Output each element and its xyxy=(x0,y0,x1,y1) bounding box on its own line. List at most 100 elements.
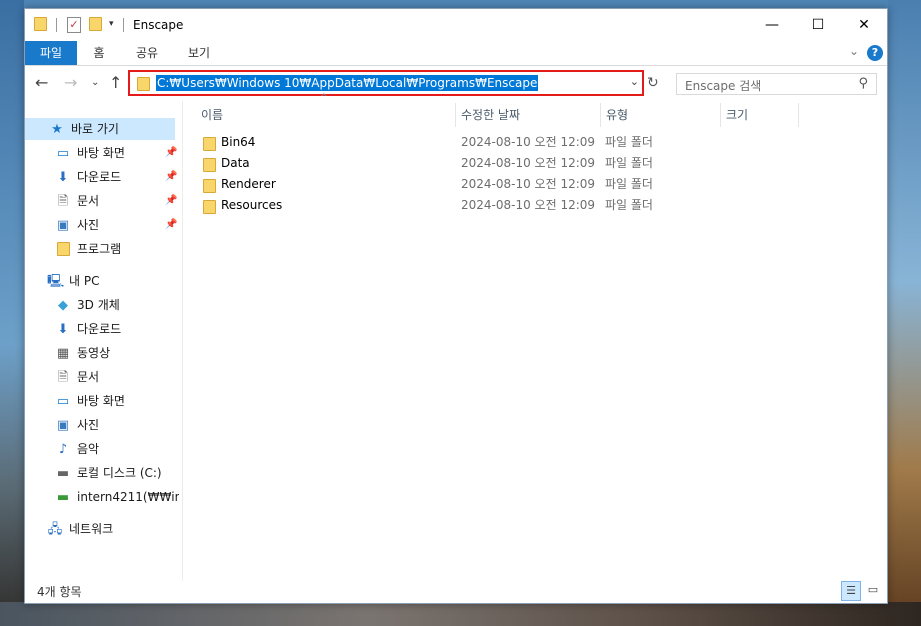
file-type: 파일 폴더 xyxy=(605,135,653,149)
file-type: 파일 폴더 xyxy=(605,198,653,212)
sidebar-item-label: 프로그램 xyxy=(77,242,122,256)
network-icon: 🖧 xyxy=(47,521,63,537)
sidebar-item-3d-objects[interactable]: ◆ 3D 개체 xyxy=(55,294,120,316)
column-header-size[interactable]: 크기 xyxy=(726,103,748,127)
sidebar-item-this-pc[interactable]: 🖳 내 PC xyxy=(47,270,99,292)
file-row[interactable]: Data 2024-08-10 오전 12:09 파일 폴더 xyxy=(200,153,820,174)
minimize-button[interactable]: — xyxy=(749,9,795,41)
large-icons-view-icon[interactable]: ▭ xyxy=(863,581,883,601)
sidebar-item-label: 바탕 화면 xyxy=(77,394,125,408)
music-note-icon: ♪ xyxy=(58,441,68,457)
search-icon: ⚲ xyxy=(858,76,868,91)
download-arrow-icon: ⬇ xyxy=(57,169,69,185)
back-arrow-icon[interactable]: ← xyxy=(35,73,48,92)
up-arrow-icon[interactable]: ↑ xyxy=(109,73,122,92)
address-history-chevron-icon[interactable]: ⌄ xyxy=(630,75,639,88)
desktop-background-right xyxy=(888,0,921,626)
sidebar-item-downloads[interactable]: ⬇ 다운로드 xyxy=(55,166,122,188)
column-divider[interactable] xyxy=(600,103,601,127)
sidebar-item-network[interactable]: 🖧 네트워크 xyxy=(47,518,113,540)
divider xyxy=(123,18,124,32)
desktop-background-left xyxy=(0,0,24,626)
file-row[interactable]: Resources 2024-08-10 오전 12:09 파일 폴더 xyxy=(200,195,820,216)
help-icon[interactable]: ? xyxy=(867,45,883,61)
new-folder-icon[interactable] xyxy=(89,17,102,31)
picture-icon: ▣ xyxy=(56,417,70,433)
file-date: 2024-08-10 오전 12:09 xyxy=(461,198,596,212)
status-item-count: 4개 항목 xyxy=(37,585,82,599)
column-header-date-modified[interactable]: 수정한 날짜 xyxy=(461,103,520,127)
file-type: 파일 폴더 xyxy=(605,156,653,170)
sidebar-item-videos[interactable]: ▦ 동영상 xyxy=(55,342,110,364)
pin-icon[interactable]: 📌 xyxy=(165,219,177,230)
pin-icon[interactable]: 📌 xyxy=(165,195,177,206)
sidebar-item-pictures[interactable]: ▣ 사진 xyxy=(55,214,99,236)
search-input[interactable]: Enscape 검색 ⚲ xyxy=(676,73,877,95)
star-icon: ★ xyxy=(51,121,63,137)
column-header-name[interactable]: 이름 xyxy=(201,103,223,127)
folder-icon xyxy=(203,179,216,193)
sidebar-item-label: 3D 개체 xyxy=(77,298,120,312)
download-arrow-icon: ⬇ xyxy=(57,321,69,337)
file-date: 2024-08-10 오전 12:09 xyxy=(461,135,596,149)
folder-icon xyxy=(55,239,71,261)
sidebar-item-label: 문서 xyxy=(77,370,100,384)
file-row[interactable]: Bin64 2024-08-10 오전 12:09 파일 폴더 xyxy=(200,132,820,153)
column-divider[interactable] xyxy=(720,103,721,127)
address-path[interactable]: C:₩Users₩Windows 10₩AppData₩Local₩Progra… xyxy=(156,75,539,91)
sidebar-item-documents[interactable]: 🗎 문서 xyxy=(55,190,99,212)
search-placeholder: Enscape 검색 xyxy=(685,79,762,93)
sidebar-item-desktop[interactable]: ▭ 바탕 화면 xyxy=(55,142,125,164)
document-icon: 🗎 xyxy=(57,369,69,385)
pin-icon[interactable]: 📌 xyxy=(165,147,177,158)
picture-icon: ▣ xyxy=(56,217,70,233)
sidebar-item-label: 사진 xyxy=(77,218,100,232)
film-icon: ▦ xyxy=(56,345,70,361)
navigation-pane: ★ 바로 가기 ▭ 바탕 화면 📌 ⬇ 다운로드 📌 🗎 문서 📌 ▣ 사진 📌 프로그램… xyxy=(25,101,183,581)
refresh-icon[interactable]: ↻ xyxy=(647,75,659,91)
navigation-bar: ← → ⌄ ↑ C:₩Users₩Windows 10₩AppData₩Loca… xyxy=(25,66,887,100)
desktop-icon: ▭ xyxy=(56,393,70,409)
file-name: Resources xyxy=(221,198,283,212)
sidebar-item-local-disk[interactable]: ▬ 로컬 디스크 (C:) xyxy=(55,462,162,484)
maximize-button[interactable]: ☐ xyxy=(795,9,841,41)
column-header-type[interactable]: 유형 xyxy=(606,103,628,127)
forward-arrow-icon[interactable]: → xyxy=(64,73,77,92)
sidebar-item-pc-desktop[interactable]: ▭ 바탕 화면 xyxy=(55,390,125,412)
cube-icon: ◆ xyxy=(58,297,68,313)
sidebar-item-label: 문서 xyxy=(77,194,100,208)
expand-ribbon-chevron-icon[interactable]: ⌄ xyxy=(849,44,859,58)
tab-home[interactable]: 홈 xyxy=(83,41,115,65)
recent-locations-chevron-icon[interactable]: ⌄ xyxy=(91,77,99,88)
details-view-icon[interactable]: ☰ xyxy=(841,581,861,601)
sidebar-item-network-drive[interactable]: ▬ intern4211(₩₩inter xyxy=(55,486,179,508)
tab-file[interactable]: 파일 xyxy=(25,41,77,65)
sidebar-item-label: 네트워크 xyxy=(69,522,114,536)
column-divider[interactable] xyxy=(798,103,799,127)
title-bar: ✓ ▾ Enscape — ☐ ✕ xyxy=(25,9,887,41)
desktop-icon: ▭ xyxy=(56,145,70,161)
close-button[interactable]: ✕ xyxy=(841,9,887,41)
desktop-background-bottom xyxy=(0,602,921,626)
sidebar-item-quick-access[interactable]: ★ 바로 가기 xyxy=(25,118,175,140)
sidebar-item-programs[interactable]: 프로그램 xyxy=(55,238,121,260)
computer-icon: 🖳 xyxy=(47,273,65,289)
sidebar-item-pc-documents[interactable]: 🗎 문서 xyxy=(55,366,99,388)
tab-view[interactable]: 보기 xyxy=(180,41,218,65)
sidebar-item-pc-downloads[interactable]: ⬇ 다운로드 xyxy=(55,318,122,340)
sidebar-item-music[interactable]: ♪ 음악 xyxy=(55,438,99,460)
file-type: 파일 폴더 xyxy=(605,177,653,191)
properties-icon[interactable]: ✓ xyxy=(67,17,81,33)
sidebar-item-label: 음악 xyxy=(77,442,100,456)
sidebar-item-pc-pictures[interactable]: ▣ 사진 xyxy=(55,414,99,436)
pin-icon[interactable]: 📌 xyxy=(165,171,177,182)
address-bar[interactable]: C:₩Users₩Windows 10₩AppData₩Local₩Progra… xyxy=(128,70,644,96)
tab-share[interactable]: 공유 xyxy=(128,41,166,65)
file-row[interactable]: Renderer 2024-08-10 오전 12:09 파일 폴더 xyxy=(200,174,820,195)
sidebar-item-label: intern4211(₩₩inter xyxy=(77,490,179,504)
sidebar-item-label: 로컬 디스크 (C:) xyxy=(77,466,162,480)
sidebar-item-label: 바로 가기 xyxy=(71,122,119,136)
column-divider[interactable] xyxy=(455,103,456,127)
customize-toolbar-chevron-down-icon[interactable]: ▾ xyxy=(109,19,114,29)
document-icon: 🗎 xyxy=(57,193,69,209)
